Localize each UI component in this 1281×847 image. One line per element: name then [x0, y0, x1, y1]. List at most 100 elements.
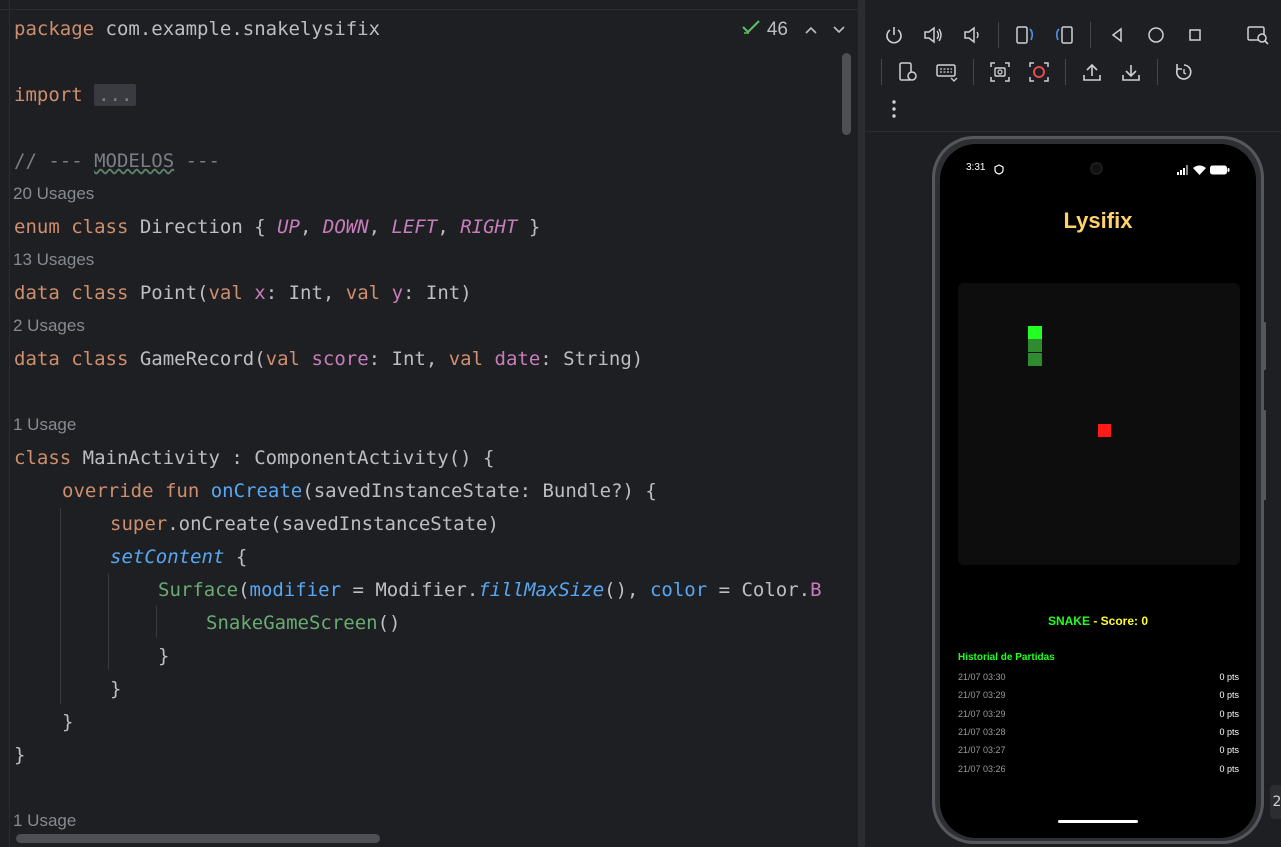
type-annotation: : Int, — [265, 282, 346, 304]
keyword: super — [110, 513, 168, 535]
function-call: fillMaxSize — [478, 579, 605, 601]
composable-call: Surface — [158, 579, 239, 601]
type-annotation: : Int, — [368, 348, 449, 370]
panel-splitter[interactable] — [858, 0, 865, 847]
code-line-setcontent[interactable]: setContent { — [110, 542, 247, 572]
keyword: val — [208, 282, 243, 304]
usages-hint-bottom[interactable]: 1 Usage — [13, 809, 76, 833]
history-row: 21/07 03:26 0 pts — [958, 764, 1239, 776]
code-line-comment[interactable]: // --- MODELOS --- — [14, 146, 220, 176]
history-points: 0 pts — [1219, 764, 1239, 774]
comment-typo-word: MODELOS — [94, 150, 175, 172]
keyword: override fun — [62, 480, 200, 502]
shield-icon — [994, 162, 1004, 180]
signal-icon — [1177, 162, 1189, 180]
call: .onCreate(savedInstanceState) — [167, 513, 499, 535]
screen-record-icon[interactable] — [1026, 59, 1052, 85]
code-line-close-brace[interactable]: } — [14, 740, 25, 770]
toolbar-bottom-border — [865, 131, 1281, 132]
usages-hint-gamerecord[interactable]: 2 Usages — [13, 314, 85, 338]
property: B — [810, 579, 822, 601]
volume-down-icon[interactable] — [959, 22, 985, 48]
vertical-scrollbar[interactable] — [842, 53, 851, 135]
history-row: 21/07 03:29 0 pts — [958, 690, 1239, 708]
check-icon — [741, 18, 761, 42]
code-line-surface[interactable]: Surface(modifier = Modifier.fillMaxSize(… — [158, 575, 822, 605]
brace: { — [224, 546, 248, 568]
usages-hint-direction[interactable]: 20 Usages — [13, 182, 94, 206]
power-icon[interactable] — [881, 22, 907, 48]
code-line-package[interactable]: package com.example.snakelysifix — [14, 14, 380, 44]
keyword: class — [14, 447, 72, 469]
code-line-close-brace[interactable]: } — [62, 707, 73, 737]
code-line-class-mainactivity[interactable]: class MainActivity : ComponentActivity()… — [14, 443, 494, 473]
code-line-data-class-point[interactable]: data class Point(val x: Int, val y: Int) — [14, 278, 472, 308]
screenshot-search-icon[interactable] — [1245, 22, 1271, 48]
editor-top-border — [0, 9, 858, 10]
usages-hint-point[interactable]: 13 Usages — [13, 248, 94, 272]
code-line-snakegamescreen[interactable]: SnakeGameScreen() — [206, 608, 400, 638]
toolbar-separator — [1065, 59, 1066, 85]
more-vertical-icon[interactable] — [881, 96, 907, 122]
horizontal-scrollbar[interactable] — [16, 834, 380, 843]
chevron-up-icon[interactable] — [804, 22, 818, 39]
import-fold-toggle[interactable]: ... — [94, 84, 137, 106]
named-argument: color — [649, 579, 708, 601]
history-title: Historial de Partidas — [958, 652, 1055, 663]
type-name: Point( — [128, 282, 209, 304]
enum-constant: LEFT — [391, 216, 438, 238]
back-icon[interactable] — [1104, 22, 1130, 48]
reset-icon[interactable] — [1171, 59, 1197, 85]
named-argument: modifier — [249, 579, 342, 601]
wifi-icon — [1193, 162, 1206, 180]
app-title: Lysifix — [1063, 208, 1133, 233]
code-editor[interactable]: package com.example.snakelysifix import … — [0, 0, 858, 847]
device-toolbar-row-3 — [881, 96, 920, 122]
screenshot-icon[interactable] — [987, 59, 1013, 85]
side-tool-tab[interactable]: 2 — [1270, 785, 1281, 819]
code-line-enum-direction[interactable]: enum class Direction { UP, DOWN, LEFT, R… — [14, 212, 540, 242]
device-settings-icon[interactable] — [895, 59, 921, 85]
history-date: 21/07 03:27 — [958, 745, 1006, 755]
comment-text: --- — [174, 150, 220, 172]
history-date: 21/07 03:30 — [958, 672, 1006, 682]
toolbar-separator — [1157, 59, 1158, 85]
code-line-import[interactable]: import ... — [14, 80, 137, 110]
keyword: val — [265, 348, 300, 370]
keyboard-icon[interactable] — [934, 59, 960, 85]
score-value: Score: 0 — [1100, 614, 1149, 628]
paren: ( — [238, 579, 250, 601]
keyword: import — [14, 84, 83, 106]
game-board[interactable] — [958, 283, 1240, 565]
type-annotation: : String) — [540, 348, 644, 370]
code-line-close-brace[interactable]: } — [158, 641, 169, 671]
code-line-close-brace[interactable]: } — [110, 674, 121, 704]
code-line-override-oncreate[interactable]: override fun onCreate(savedInstanceState… — [62, 476, 657, 506]
gesture-home-bar[interactable] — [1058, 820, 1138, 823]
indent-guide — [60, 508, 61, 704]
volume-up-icon[interactable] — [920, 22, 946, 48]
overview-icon[interactable] — [1182, 22, 1208, 48]
toolbar-separator — [998, 22, 999, 48]
home-icon[interactable] — [1143, 22, 1169, 48]
class-declaration: MainActivity : ComponentActivity() { — [71, 447, 495, 469]
indent-guide — [156, 606, 157, 638]
usages-hint-mainactivity[interactable]: 1 Usage — [13, 413, 76, 437]
rotate-right-icon[interactable] — [1051, 22, 1077, 48]
download-icon[interactable] — [1118, 59, 1144, 85]
code-line-data-class-gamerecord[interactable]: data class GameRecord(val score: Int, va… — [14, 344, 643, 374]
inspection-count: 46 — [766, 19, 788, 40]
upload-icon[interactable] — [1079, 59, 1105, 85]
code-line-super-oncreate[interactable]: super.onCreate(savedInstanceState) — [110, 509, 499, 539]
status-time: 3:31 — [966, 162, 986, 173]
phone-side-button — [1263, 410, 1266, 500]
rotate-left-icon[interactable] — [1012, 22, 1038, 48]
composable-call: SnakeGameScreen — [206, 612, 378, 634]
keyword: data class — [14, 348, 129, 370]
history-points: 0 pts — [1219, 745, 1239, 755]
phone-screen[interactable]: 3:31 Lysifix SNAKE - Score: 0 Historial … — [940, 144, 1256, 838]
history-row: 21/07 03:27 0 pts — [958, 745, 1239, 763]
chevron-down-icon[interactable] — [832, 22, 846, 39]
comment-text: // --- — [14, 150, 95, 172]
inspection-widget[interactable]: 46 — [741, 18, 846, 42]
